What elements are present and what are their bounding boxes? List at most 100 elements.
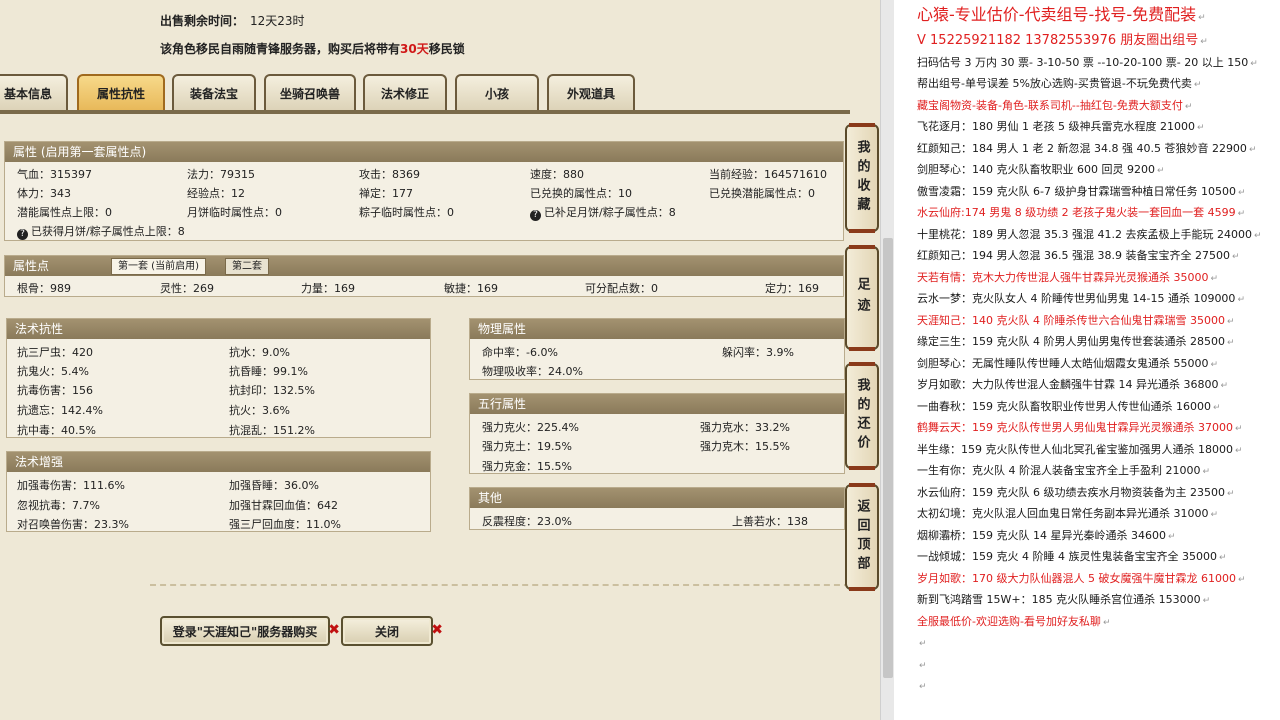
tab-appearance[interactable]: 外观道具	[547, 74, 635, 110]
help-icon[interactable]: ?	[530, 210, 541, 221]
side-label: 我的还价	[854, 378, 870, 454]
attr-zongzi-temp: 粽子临时属性点：0	[359, 206, 454, 219]
migration-lock: 移民锁	[428, 42, 465, 56]
login-button-label: 登录"天涯知己"服务器购买	[172, 624, 318, 639]
scrollbar-thumb[interactable]	[883, 238, 893, 678]
text-line: 帮出组号-单号误差 5%放心选购-买贵管退-不玩免费代卖 ↵	[917, 73, 1280, 95]
text-line: V 15225921182 13782553976 朋友圈出组号 ↵	[917, 30, 1280, 52]
paragraph-mark-icon: ↵	[1237, 209, 1246, 219]
close-button-label: 关闭	[374, 624, 399, 639]
paragraph-mark-icon: ↵	[1234, 424, 1243, 434]
pt-focus: 定力：169	[765, 282, 819, 295]
paragraph-mark-icon: ↵	[1212, 402, 1221, 413]
attr-stamina: 体力：343	[17, 187, 71, 200]
text-line: 心猿-专业估价-代卖组号-找号-免费配装 ↵	[917, 0, 1280, 30]
enhance-value: 加强昏睡：36.0%	[229, 479, 319, 492]
my-bargains-button[interactable]: 我的还价	[845, 362, 879, 470]
vertical-scrollbar[interactable]	[880, 0, 894, 720]
element-value: 强力克火：225.4%	[482, 421, 579, 434]
attr-exp-points: 经验点：12	[187, 187, 245, 200]
game-window: 出售剩余时间： 12天23时 该角色移民自雨随青锋服务器，购买后将带有30天移民锁…	[0, 0, 880, 720]
text-line-content: 藏宝阁物资-装备-角色-联系司机--抽红包-免费大额支付	[917, 98, 1183, 112]
text-line: 藏宝阁物资-装备-角色-联系司机--抽红包-免费大额支付 ↵	[917, 95, 1280, 117]
back-to-top-button[interactable]: 返回顶部	[845, 483, 879, 591]
other-value: 反震程度：23.0%	[482, 515, 572, 528]
attr-exp: 当前经验：164571610	[709, 168, 827, 181]
tab-basic-info[interactable]: 基本信息	[0, 74, 68, 110]
pt-agility: 敏捷：169	[444, 282, 498, 295]
paragraph-mark-icon: ↵	[1184, 101, 1193, 112]
element-value: 强力克土：19.5%	[482, 440, 572, 453]
tab-equipment[interactable]: 装备法宝	[172, 74, 256, 110]
text-line-content: 半生缘：159 克火队传世人仙北冥孔雀宝鉴加强男人通杀 18000	[917, 442, 1233, 456]
text-line: 天若有情：克木大力传世混人强牛甘霖异光灵猴通杀 35000 ↵	[917, 267, 1280, 289]
paragraph-mark-icon: ↵	[1193, 80, 1202, 90]
text-line-content: 一曲春秋：159 克火队畜牧职业传世男人传世仙通杀 16000	[917, 399, 1211, 413]
migration-days: 30天	[400, 42, 429, 56]
points-set-2-tab[interactable]: 第二套	[225, 258, 269, 275]
paragraph-mark-icon: ↵	[1218, 553, 1227, 563]
paragraph-mark-icon: ↵	[1248, 144, 1257, 155]
points-row: 根骨：989 灵性：269 力量：169 敏捷：169 可分配点数：0 定力：1…	[5, 280, 843, 296]
text-line: 一生有你：克火队 4 阶混人装备宝宝齐全上手盈利 21000 ↵	[917, 460, 1280, 482]
physical-value: 命中率：-6.0%	[482, 346, 558, 359]
other-panel: 其他 反震程度：23.0% 上善若水：138	[469, 487, 845, 530]
tab-label: 外观道具	[566, 86, 615, 101]
attr-filled: ? 已补足月饼/粽子属性点：8	[530, 204, 676, 221]
text-line: 烟柳灞桥：159 克火队 14 星异光秦岭通杀 34600 ↵	[917, 525, 1280, 547]
text-line: 一曲春秋：159 克火队畜牧职业传世男人传世仙通杀 16000 ↵	[917, 396, 1280, 418]
paragraph-mark-icon: ↵	[1202, 596, 1211, 606]
text-line: 红颜知己：194 男人忽混 36.5 强混 38.9 装备宝宝齐全 27500 ↵	[917, 245, 1280, 267]
attr-mp: 法力：79315	[187, 168, 255, 181]
paragraph-mark-icon: ↵	[1198, 13, 1206, 23]
paragraph-mark-icon: ↵	[1237, 187, 1246, 198]
footprint-button[interactable]: 足迹	[845, 245, 879, 351]
attribute-row: 气血：315397 法力：79315 攻击：8369 速度：880 当前经验：1…	[5, 166, 843, 182]
tab-child[interactable]: 小孩	[455, 74, 539, 110]
paragraph-mark-icon: ↵	[1226, 316, 1235, 327]
text-line-content: V 15225921182 13782553976 朋友圈出组号	[917, 33, 1199, 48]
text-line-content: 新到飞鸿踏雪 15W+：185 克火队睡杀宫位通杀 153000	[917, 593, 1201, 606]
attr-mooncake-temp: 月饼临时属性点：0	[187, 206, 282, 219]
text-line-content: 剑胆琴心：140 克火队畜牧职业 600 回灵 9200	[917, 163, 1155, 176]
my-favorites-button[interactable]: 我的收藏	[845, 123, 879, 233]
attr-hp: 气血：315397	[17, 168, 92, 181]
physical-value: 躲闪率：3.9%	[722, 346, 794, 359]
points-set-1-tab[interactable]: 第一套 (当前启用)	[111, 258, 206, 275]
migration-notice: 该角色移民自雨随青锋服务器，购买后将带有30天移民锁	[160, 40, 465, 57]
help-icon[interactable]: ?	[17, 229, 28, 240]
text-line: 剑胆琴心：无属性睡队传世睡人太皓仙烟霞女鬼通杀 55000 ↵	[917, 353, 1280, 375]
tab-label: 装备法宝	[189, 86, 238, 101]
text-line-content: 岁月如歌：大力队传世混人金麟强牛甘霖 14 异光通杀 36800	[917, 378, 1219, 391]
tab-spell-mods[interactable]: 法术修正	[363, 74, 447, 110]
text-line: 红颜知己：184 男人 1 老 2 新忽混 34.8 强 40.5 苍狼妙音 2…	[917, 138, 1280, 160]
resist-value: 抗中毒：40.5%	[17, 424, 96, 437]
paragraph-mark-icon: ↵	[1210, 510, 1219, 520]
text-line-content: 帮出组号-单号误差 5%放心选购-买贵管退-不玩免费代卖	[917, 77, 1192, 90]
text-line-content: 红颜知己：184 男人 1 老 2 新忽混 34.8 强 40.5 苍狼妙音 2…	[917, 141, 1247, 155]
text-line-content: 天涯知己：140 克火队 4 阶睡杀传世六合仙鬼甘霖瑞雪 35000	[917, 313, 1225, 327]
tab-attributes[interactable]: 属性抗性	[77, 74, 165, 110]
text-line: 剑胆琴心：140 克火队畜牧职业 600 回灵 9200 ↵	[917, 159, 1280, 181]
text-line: 鹤舞云天：159 克火队传世男人男仙鬼甘霖异光灵猴通杀 37000 ↵	[917, 417, 1280, 439]
text-line-content: 一战倾城：159 克火 4 阶睡 4 族灵性鬼装备宝宝齐全 35000	[917, 550, 1217, 563]
paragraph-mark-icon: ↵	[1200, 37, 1208, 47]
close-button[interactable]: 关闭 ✖	[341, 616, 443, 646]
side-label: 足迹	[854, 277, 870, 319]
text-line: 傲雪凌霜：159 克火队 6-7 级护身甘霖瑞雪种植日常任务 10500 ↵	[917, 181, 1280, 203]
resist-value: 抗昏睡：99.1%	[229, 365, 308, 378]
text-line: ↵	[917, 675, 1280, 697]
side-label: 返回顶部	[854, 499, 870, 575]
resist-value: 抗遗忘：142.4%	[17, 404, 103, 417]
login-server-buy-button[interactable]: 登录"天涯知己"服务器购买 ✖	[160, 616, 340, 646]
tab-mounts-pets[interactable]: 坐骑召唤兽	[264, 74, 356, 110]
enhance-value: 加强毒伤害：111.6%	[17, 479, 125, 492]
points-panel: 属性点 第一套 (当前启用) 第二套 根骨：989 灵性：269 力量：169 …	[4, 255, 844, 297]
enhance-panel: 法术增强 加强毒伤害：111.6% 加强昏睡：36.0% 忽视抗毒：7.7% 加强甘…	[6, 451, 431, 532]
resist-value: 抗三尸虫：420	[17, 346, 93, 359]
text-line: 半生缘：159 克火队传世人仙北冥孔雀宝鉴加强男人通杀 18000 ↵	[917, 439, 1280, 461]
physical-value: 物理吸收率：24.0%	[482, 365, 583, 378]
side-cap	[849, 466, 875, 470]
text-line-content: 云水一梦：克火队女人 4 阶睡传世男仙男鬼 14-15 通杀 109000	[917, 292, 1236, 305]
text-line-content: 太初幻境：克火队混人回血鬼日常任务副本异光通杀 31000	[917, 507, 1209, 520]
